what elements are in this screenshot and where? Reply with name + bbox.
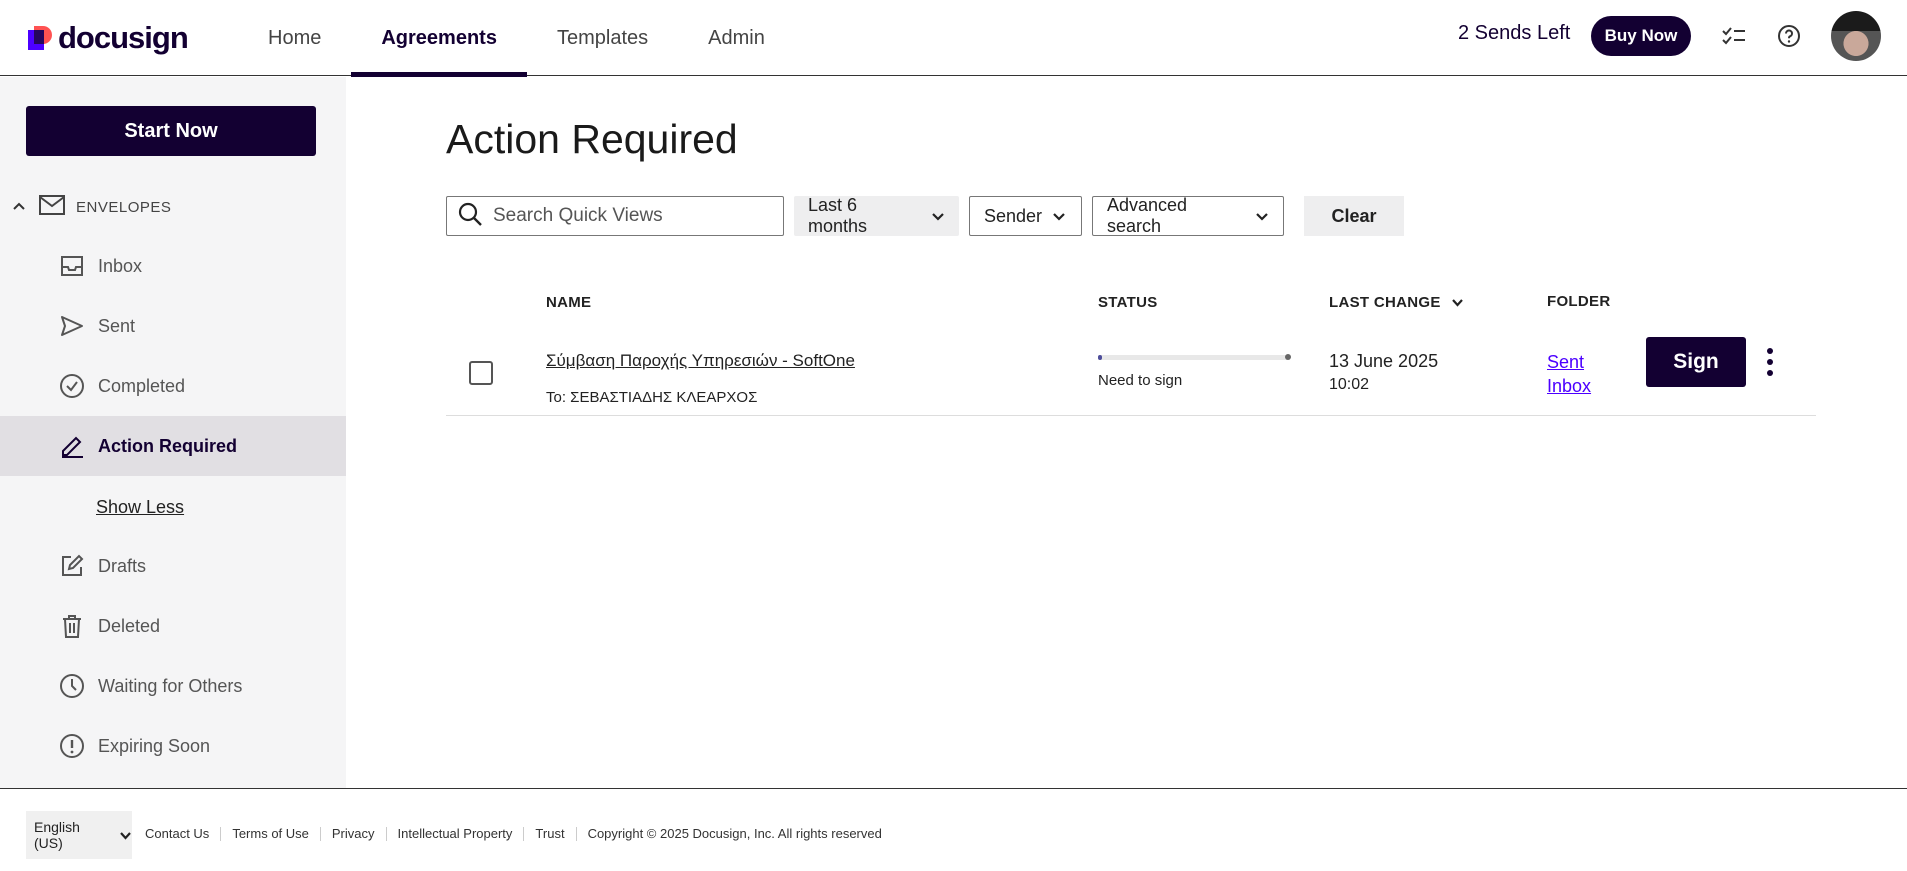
help-icon[interactable] (1775, 22, 1803, 50)
top-header: docusign Home Agreements Templates Admin… (0, 0, 1907, 77)
column-header-label: STATUS (1098, 294, 1158, 311)
footer-link-contact[interactable]: Contact Us (145, 827, 222, 841)
filter-label: Sender (984, 205, 1043, 226)
sender-filter[interactable]: Sender (969, 196, 1082, 236)
envelope-icon (38, 194, 66, 221)
sidebar-item-completed[interactable]: Completed (0, 356, 346, 416)
send-icon (58, 312, 86, 340)
column-header-status[interactable]: STATUS (1098, 294, 1158, 311)
sidebar-item-label: Deleted (98, 615, 161, 636)
search-box[interactable] (446, 196, 784, 236)
footer-link-terms[interactable]: Terms of Use (221, 827, 321, 841)
filter-label: Last 6 months (808, 195, 868, 236)
sidebar-item-action-required[interactable]: Action Required (0, 416, 346, 476)
filter-label: Advanced search (1107, 195, 1188, 236)
progress-end-dot (1285, 354, 1291, 360)
folder-link-sent[interactable]: Sent (1547, 350, 1591, 374)
advanced-search-filter[interactable]: Advanced search (1092, 195, 1284, 236)
language-label: English (US) (34, 819, 80, 851)
footer-link-ip[interactable]: Intellectual Property (387, 827, 525, 841)
search-input[interactable] (493, 205, 773, 227)
date-range-filter[interactable]: Last 6 months (794, 195, 959, 236)
pen-icon (58, 432, 86, 460)
page-title: Action Required (446, 116, 738, 162)
inbox-icon (58, 252, 86, 280)
sidebar-item-label: Completed (98, 375, 186, 396)
copyright-text: Copyright © 2025 Docusign, Inc. All righ… (587, 826, 882, 841)
envelopes-section-toggle[interactable]: ENVELOPES (12, 192, 171, 222)
sidebar-item-expiring-soon[interactable]: Expiring Soon (0, 716, 346, 776)
sidebar-item-label: Expiring Soon (98, 735, 211, 756)
sort-down-icon (1451, 294, 1464, 311)
show-less-link[interactable]: Show Less (96, 497, 184, 518)
sidebar-item-sent[interactable]: Sent (0, 296, 346, 356)
column-header-label: NAME (546, 294, 592, 311)
signing-progress-bar (1098, 354, 1291, 360)
sidebar-item-label: Sent (98, 315, 136, 336)
user-avatar[interactable] (1831, 11, 1881, 61)
progress-fill (1098, 355, 1102, 360)
footer-link-trust[interactable]: Trust (524, 827, 577, 841)
main-nav: Home Agreements Templates Admin (238, 0, 795, 77)
footer: English (US) Contact Us Terms of Use Pri… (0, 788, 1907, 871)
chevron-up-icon (12, 198, 26, 216)
chevron-down-icon (119, 827, 132, 843)
envelopes-label: ENVELOPES (76, 198, 172, 216)
footer-links: Contact Us Terms of Use Privacy Intellec… (145, 827, 893, 841)
search-icon (457, 201, 483, 232)
chevron-down-icon (931, 206, 945, 227)
nav-templates[interactable]: Templates (527, 0, 678, 76)
edit-icon (58, 552, 86, 580)
status-text: Need to sign (1098, 372, 1183, 389)
column-header-last-change[interactable]: LAST CHANGE (1329, 294, 1464, 311)
sidebar-item-label: Action Required (98, 435, 238, 456)
column-header-folder: FOLDER (1547, 293, 1610, 310)
logo-text: docusign (58, 20, 189, 55)
column-header-label: FOLDER (1547, 293, 1611, 310)
check-circle-icon (58, 372, 86, 400)
chevron-down-icon (1255, 206, 1269, 227)
language-selector[interactable]: English (US) (26, 811, 132, 859)
row-divider (446, 415, 1816, 416)
footer-link-privacy[interactable]: Privacy (321, 827, 387, 841)
column-header-label: LAST CHANGE (1329, 294, 1441, 311)
last-change-time: 10:02 (1329, 376, 1370, 393)
sidebar-item-waiting-for-others[interactable]: Waiting for Others (0, 656, 346, 716)
clear-button[interactable]: Clear (1304, 196, 1404, 236)
logo-mark-icon (28, 26, 52, 50)
clock-icon (58, 672, 86, 700)
last-change-date: 13 June 2025 (1329, 351, 1439, 371)
sidebar-item-label: Drafts (98, 555, 147, 576)
envelope-recipient: To: ΣΕΒΑΣΤΙΑΔΗΣ ΚΛΕΑΡΧΟΣ (546, 389, 758, 406)
sidebar-item-drafts[interactable]: Drafts (0, 536, 346, 596)
folder-links: Sent Inbox (1547, 350, 1591, 398)
row-checkbox[interactable] (469, 361, 493, 385)
sends-left-count: 2 Sends Left (1458, 22, 1571, 44)
sidebar-item-deleted[interactable]: Deleted (0, 596, 346, 656)
sign-button[interactable]: Sign (1646, 337, 1746, 387)
chevron-down-icon (1052, 206, 1066, 227)
sidebar-item-label: Inbox (98, 255, 143, 276)
sidebar-item-label: Waiting for Others (98, 675, 243, 696)
sidebar-item-inbox[interactable]: Inbox (0, 236, 346, 296)
nav-home[interactable]: Home (238, 0, 351, 76)
buy-now-button[interactable]: Buy Now (1591, 16, 1691, 56)
column-header-name[interactable]: NAME (546, 294, 591, 311)
folder-link-inbox[interactable]: Inbox (1547, 374, 1591, 398)
nav-agreements[interactable]: Agreements (351, 0, 527, 77)
envelope-name-link[interactable]: Σύμβαση Παροχής Υπηρεσιών - SoftOne (546, 351, 855, 371)
more-options-icon[interactable] (1757, 344, 1783, 380)
tasks-icon[interactable] (1720, 22, 1748, 50)
alert-icon (58, 732, 86, 760)
trash-icon (58, 612, 86, 640)
sidebar: Start Now ENVELOPES Inbox Sent Completed… (0, 77, 346, 788)
nav-admin[interactable]: Admin (678, 0, 795, 76)
start-now-button[interactable]: Start Now (26, 106, 316, 156)
docusign-logo[interactable]: docusign (28, 20, 189, 56)
